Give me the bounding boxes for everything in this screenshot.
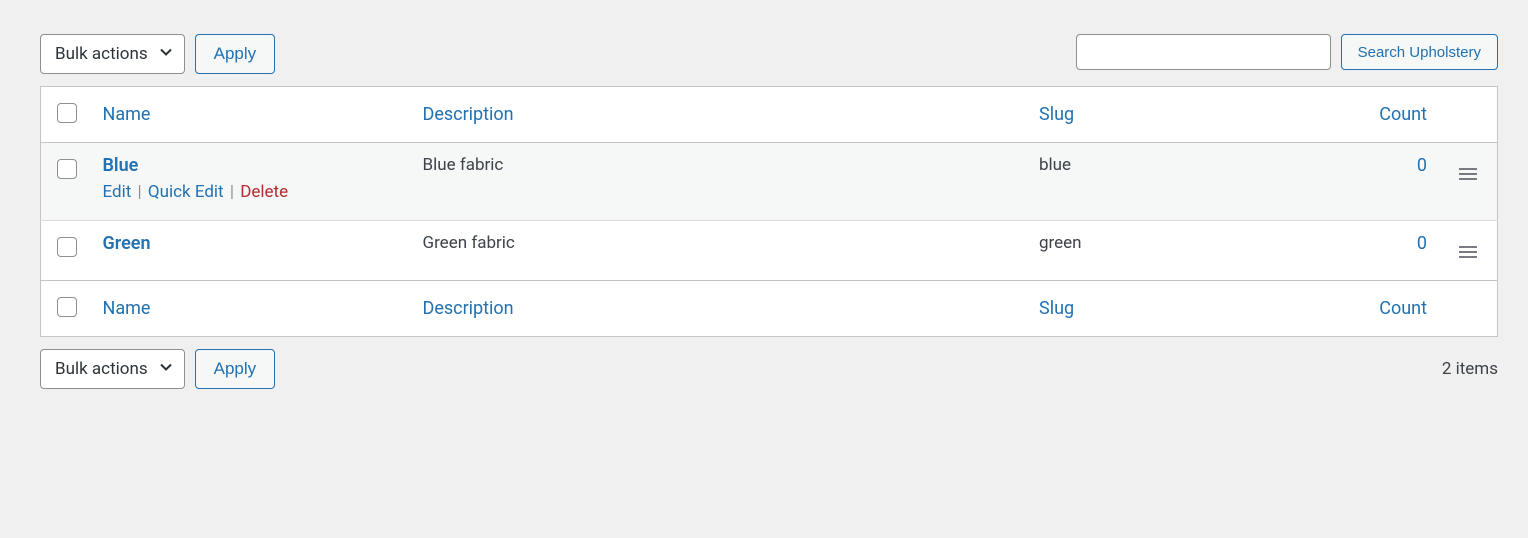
row-description: Blue fabric	[411, 143, 1028, 221]
row-checkbox[interactable]	[57, 237, 77, 257]
bulk-actions-select-bottom[interactable]: Bulk actions	[40, 349, 185, 389]
bulk-actions-select[interactable]: Bulk actions	[40, 34, 185, 74]
row-slug: blue	[1027, 143, 1307, 221]
chevron-down-icon	[158, 359, 174, 380]
apply-button[interactable]: Apply	[195, 34, 276, 74]
drag-handle-icon[interactable]	[1459, 246, 1477, 258]
select-all-checkbox-bottom[interactable]	[57, 297, 77, 317]
chevron-down-icon	[158, 44, 174, 65]
column-name[interactable]: Name	[103, 104, 151, 125]
items-count-bottom: 2 items	[1442, 359, 1498, 379]
bulk-actions-label-bottom: Bulk actions	[55, 359, 148, 379]
row-count[interactable]: 0	[1417, 233, 1427, 254]
table-row: Green Green fabricgreen 0	[41, 221, 1498, 281]
column-name-footer[interactable]: Name	[103, 298, 151, 319]
column-count-footer[interactable]: Count	[1379, 298, 1427, 319]
table-row: Blue Edit | Quick Edit | Delete Blue fabri…	[41, 143, 1498, 221]
column-description-footer[interactable]: Description	[423, 298, 514, 319]
row-description: Green fabric	[411, 221, 1028, 281]
select-all-checkbox[interactable]	[57, 103, 77, 123]
column-description[interactable]: Description	[423, 104, 514, 125]
quick-edit-link[interactable]: Quick Edit	[148, 182, 224, 202]
row-count[interactable]: 0	[1417, 155, 1427, 176]
apply-button-bottom[interactable]: Apply	[195, 349, 276, 389]
search-button[interactable]: Search Upholstery	[1341, 34, 1498, 70]
terms-table: Name Description Slug Count Blue Edit | Q…	[40, 86, 1498, 337]
delete-link[interactable]: Delete	[240, 182, 288, 202]
row-title[interactable]: Blue	[103, 155, 139, 176]
search-input[interactable]	[1076, 34, 1331, 70]
drag-handle-icon[interactable]	[1459, 168, 1477, 180]
row-slug: green	[1027, 221, 1307, 281]
row-checkbox[interactable]	[57, 159, 77, 179]
row-title[interactable]: Green	[103, 233, 151, 254]
column-count[interactable]: Count	[1379, 104, 1427, 125]
column-slug-footer[interactable]: Slug	[1039, 298, 1074, 319]
bulk-actions-label: Bulk actions	[55, 44, 148, 64]
row-actions: Edit | Quick Edit | Delete	[103, 182, 399, 202]
edit-link[interactable]: Edit	[103, 182, 132, 202]
column-slug[interactable]: Slug	[1039, 104, 1074, 125]
